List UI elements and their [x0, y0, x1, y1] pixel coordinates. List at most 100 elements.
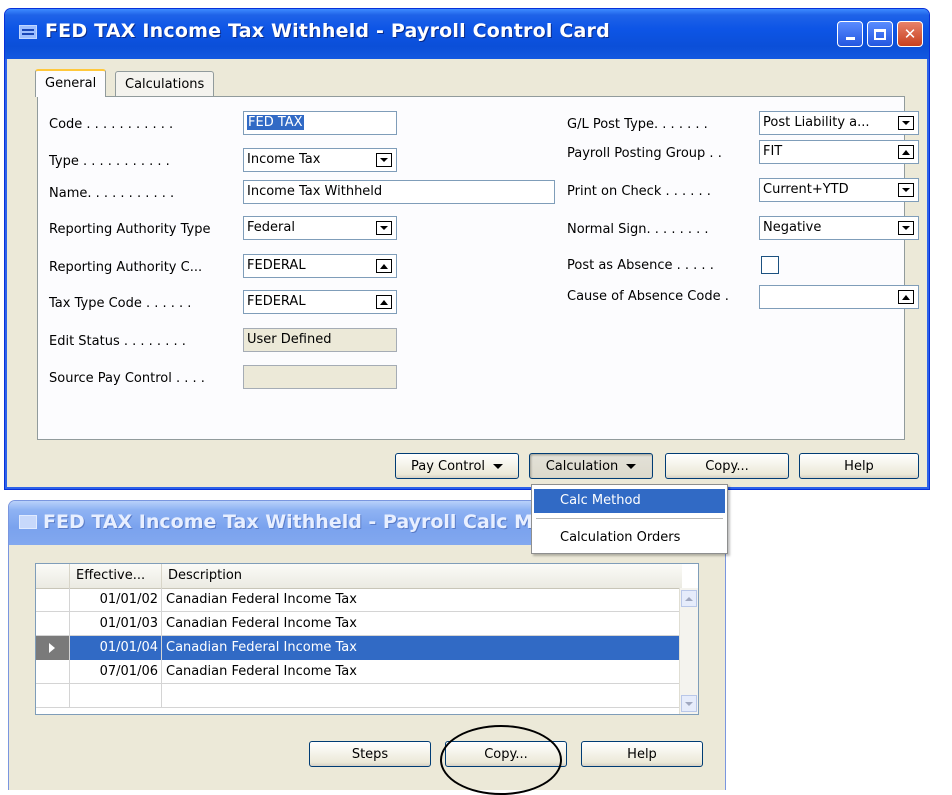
scroll-down-button[interactable]	[681, 695, 697, 712]
table-row[interactable]	[36, 684, 682, 708]
print-on-check-label: Print on Check . . . . . .	[567, 184, 711, 199]
reporting-authority-code-field[interactable]: FEDERAL	[243, 254, 397, 278]
chevron-down-icon	[685, 701, 693, 706]
print-on-check-field[interactable]: Current+YTD	[759, 178, 919, 202]
minimize-icon	[845, 37, 855, 40]
row-selector[interactable]	[36, 660, 70, 684]
lookup-button[interactable]	[376, 259, 392, 273]
row-selector[interactable]	[36, 588, 70, 612]
pay-control-button-label: Pay Control	[410, 458, 486, 474]
reporting-authority-type-value: Federal	[247, 220, 295, 235]
form-icon	[19, 515, 37, 529]
chevron-up-icon	[685, 596, 693, 601]
chevron-down-icon	[626, 463, 637, 469]
dropdown-button[interactable]	[376, 221, 392, 235]
form-icon	[19, 25, 37, 39]
type-value: Income Tax	[247, 152, 321, 167]
effective-date-cell	[70, 684, 162, 708]
menu-item-calculation-orders[interactable]: Calculation Orders	[534, 526, 725, 550]
tax-type-code-label: Tax Type Code . . . . . .	[49, 296, 192, 311]
type-field[interactable]: Income Tax	[243, 148, 397, 172]
name-field[interactable]: Income Tax Withheld	[243, 180, 555, 204]
lookup-arrow-icon	[380, 299, 388, 305]
menu-item-calc-method[interactable]: Calc Method	[534, 489, 725, 513]
calculation-button-label: Calculation	[545, 458, 619, 474]
calculation-button[interactable]: Calculation	[529, 453, 653, 479]
table-row[interactable]: 01/01/02 Canadian Federal Income Tax	[36, 588, 682, 612]
pay-control-button[interactable]: Pay Control	[395, 453, 519, 479]
code-field[interactable]: FED TAX	[243, 111, 397, 135]
lookup-button[interactable]	[898, 290, 914, 304]
vertical-scrollbar[interactable]	[679, 588, 698, 714]
type-label: Type . . . . . . . . . . .	[49, 154, 170, 169]
reporting-authority-code-value: FEDERAL	[247, 258, 306, 273]
menu-separator	[536, 518, 723, 519]
cause-of-absence-code-label: Cause of Absence Code .	[567, 289, 729, 304]
steps-button[interactable]: Steps	[309, 741, 431, 767]
title-bar[interactable]: FED TAX Income Tax Withheld - Payroll Co…	[5, 9, 929, 59]
tab-calculations[interactable]: Calculations	[115, 71, 215, 97]
maximize-button[interactable]	[867, 21, 893, 47]
edit-status-label: Edit Status . . . . . . . .	[49, 334, 186, 349]
lookup-arrow-icon	[902, 149, 910, 155]
chevron-down-icon	[902, 121, 910, 125]
dropdown-button[interactable]	[898, 221, 914, 235]
reporting-authority-type-label: Reporting Authority Type	[49, 222, 211, 237]
payroll-posting-group-field[interactable]: FIT	[759, 140, 919, 164]
steps-button-label: Steps	[351, 746, 389, 762]
effective-date-cell: 01/01/03	[70, 612, 162, 636]
edit-status-field: User Defined	[243, 328, 397, 352]
row-selector[interactable]	[36, 636, 70, 660]
help-button[interactable]: Help	[581, 741, 703, 767]
payroll-control-card-window: FED TAX Income Tax Withheld - Payroll Co…	[4, 8, 930, 490]
dropdown-button[interactable]	[898, 116, 914, 130]
print-on-check-value: Current+YTD	[763, 182, 849, 197]
dropdown-button[interactable]	[898, 183, 914, 197]
payroll-posting-group-value: FIT	[763, 144, 783, 159]
chevron-down-icon	[380, 158, 388, 162]
close-button[interactable]: ✕	[897, 21, 923, 47]
description-cell: Canadian Federal Income Tax	[166, 616, 357, 631]
calculation-menu: Calc Method Calculation Orders	[531, 484, 728, 554]
row-selector[interactable]	[36, 612, 70, 636]
edit-status-value: User Defined	[247, 332, 332, 347]
minimize-button[interactable]	[837, 21, 863, 47]
normal-sign-field[interactable]: Negative	[759, 216, 919, 240]
close-icon: ✕	[903, 25, 917, 43]
row-selector[interactable]	[36, 684, 70, 708]
help-button-label: Help	[627, 746, 657, 762]
tax-type-code-field[interactable]: FEDERAL	[243, 290, 397, 314]
table-row[interactable]: 01/01/03 Canadian Federal Income Tax	[36, 612, 682, 636]
cause-of-absence-code-field[interactable]	[759, 285, 919, 309]
source-pay-control-field	[243, 365, 397, 389]
description-cell: Canadian Federal Income Tax	[162, 636, 682, 660]
column-header-effective[interactable]: Effective...	[70, 564, 162, 588]
reporting-authority-type-field[interactable]: Federal	[243, 216, 397, 240]
table-row[interactable]: 07/01/06 Canadian Federal Income Tax	[36, 660, 682, 684]
description-cell: Canadian Federal Income Tax	[166, 592, 357, 607]
post-as-absence-checkbox[interactable]	[761, 256, 779, 274]
scroll-up-button[interactable]	[681, 590, 697, 607]
payroll-posting-group-label: Payroll Posting Group . .	[567, 146, 722, 161]
description-cell	[162, 684, 682, 708]
chevron-down-icon	[902, 226, 910, 230]
help-button[interactable]: Help	[799, 453, 919, 479]
lookup-button[interactable]	[376, 295, 392, 309]
reporting-authority-code-label: Reporting Authority C...	[49, 260, 203, 275]
code-label: Code . . . . . . . . . . .	[49, 117, 174, 132]
tab-general[interactable]: General	[35, 69, 107, 97]
chevron-down-icon	[902, 188, 910, 192]
column-header-description[interactable]: Description	[162, 564, 682, 588]
dropdown-button[interactable]	[376, 153, 392, 167]
copy-button-label: Copy...	[705, 458, 749, 474]
lookup-button[interactable]	[898, 145, 914, 159]
copy-button[interactable]: Copy...	[665, 453, 789, 479]
effective-date-cell: 01/01/04	[70, 636, 162, 660]
gl-post-type-value: Post Liability a...	[763, 115, 870, 130]
lookup-arrow-icon	[902, 294, 910, 300]
table-row-selected[interactable]: 01/01/04 Canadian Federal Income Tax	[36, 636, 682, 660]
help-button-label: Help	[844, 458, 874, 474]
effective-date-cell: 01/01/02	[70, 588, 162, 612]
gl-post-type-field[interactable]: Post Liability a...	[759, 111, 919, 135]
name-value: Income Tax Withheld	[247, 184, 383, 199]
